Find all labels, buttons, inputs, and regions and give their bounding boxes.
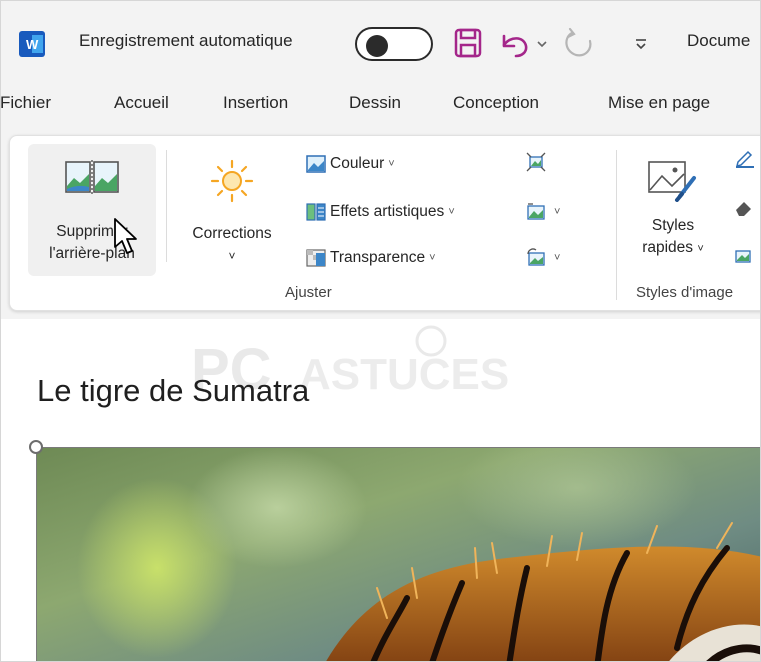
corrections-chevron-icon: ˅ bbox=[228, 249, 236, 263]
quick-styles-label-1: Styles bbox=[651, 217, 695, 234]
separator bbox=[166, 150, 167, 262]
tab-accueil[interactable]: Accueil bbox=[114, 93, 169, 113]
sun-icon bbox=[210, 159, 254, 203]
color-chevron-icon: ˅ bbox=[388, 158, 395, 170]
artistic-effects-chevron-icon: ˅ bbox=[448, 206, 455, 218]
reset-picture-chevron-icon: ˅ bbox=[554, 252, 561, 264]
tiger-image bbox=[37, 448, 760, 661]
group-label-adjust: Ajuster bbox=[285, 284, 332, 301]
tab-mise-en-page[interactable]: Mise en page bbox=[608, 93, 710, 113]
svg-text:W: W bbox=[26, 37, 39, 52]
color-button[interactable]: Couleur ˅ bbox=[306, 152, 395, 176]
document-title: Docume bbox=[687, 31, 751, 50]
word-window: W Enregistrement automatique Docume Fich… bbox=[0, 0, 761, 662]
picture-layout-button[interactable] bbox=[734, 246, 758, 270]
change-picture-chevron-icon: ˅ bbox=[554, 206, 561, 218]
svg-text:ASTUCES: ASTUCES bbox=[299, 350, 509, 399]
change-picture-icon bbox=[527, 203, 545, 220]
save-button[interactable] bbox=[451, 25, 485, 61]
title-bar: W Enregistrement automatique Docume bbox=[1, 1, 760, 79]
undo-button[interactable] bbox=[495, 25, 553, 61]
picture-layout-icon bbox=[735, 250, 751, 263]
document-area[interactable]: PC ASTUCES Le tigre de Sumatra bbox=[1, 319, 760, 661]
color-label: Couleur bbox=[330, 155, 385, 172]
redo-button[interactable] bbox=[559, 25, 599, 61]
color-icon bbox=[306, 155, 326, 173]
artistic-effects-label: Effets artistiques bbox=[330, 203, 445, 220]
customize-qat-button[interactable] bbox=[627, 25, 655, 61]
picture-effects-button[interactable] bbox=[734, 196, 758, 220]
save-icon bbox=[454, 28, 482, 58]
artistic-effects-button[interactable]: Effets artistiques ˅ bbox=[306, 200, 455, 224]
quick-styles-label-2: rapides ˅ bbox=[642, 239, 704, 256]
remove-background-icon bbox=[65, 160, 119, 194]
word-icon[interactable]: W bbox=[19, 31, 45, 57]
ribbon-tabs: Fichier Accueil Insertion Dessin Concept… bbox=[1, 93, 760, 129]
artistic-effects-icon bbox=[306, 203, 326, 221]
compress-pictures-icon bbox=[526, 152, 546, 172]
reset-picture-button[interactable]: ˅ bbox=[526, 246, 560, 270]
change-picture-button[interactable]: ˅ bbox=[526, 200, 560, 224]
quick-styles-button[interactable]: Styles rapides ˅ bbox=[628, 144, 718, 276]
autosave-label: Enregistrement automatique bbox=[79, 31, 293, 50]
pen-icon bbox=[735, 150, 754, 168]
customize-qat-icon bbox=[636, 39, 646, 50]
group-label-picture-styles: Styles d'image bbox=[636, 284, 734, 301]
autosave-toggle[interactable] bbox=[355, 27, 433, 61]
transparency-icon bbox=[306, 249, 326, 267]
toggle-knob bbox=[366, 35, 388, 57]
corrections-label: Corrections bbox=[192, 225, 272, 242]
eraser-icon bbox=[736, 202, 751, 216]
quick-styles-icon bbox=[648, 161, 696, 202]
separator bbox=[616, 150, 617, 300]
tab-insertion[interactable]: Insertion bbox=[223, 93, 288, 113]
redo-icon bbox=[565, 27, 592, 57]
undo-icon bbox=[502, 34, 547, 58]
tab-fichier[interactable]: Fichier bbox=[1, 93, 51, 113]
resize-handle-top-left[interactable] bbox=[29, 440, 43, 454]
tiger-photo[interactable] bbox=[36, 447, 760, 661]
tab-dessin[interactable]: Dessin bbox=[349, 93, 401, 113]
quick-styles-chevron-icon: ˅ bbox=[697, 243, 704, 255]
transparency-chevron-icon: ˅ bbox=[429, 252, 436, 264]
transparency-label: Transparence bbox=[330, 249, 426, 266]
reset-picture-icon bbox=[527, 248, 545, 266]
corrections-button[interactable]: Corrections ˅ bbox=[180, 144, 284, 276]
transparency-button[interactable]: Transparence ˅ bbox=[306, 246, 436, 270]
mouse-pointer-icon bbox=[114, 218, 137, 254]
compress-pictures-button[interactable] bbox=[526, 150, 550, 174]
tab-conception[interactable]: Conception bbox=[453, 93, 539, 113]
document-heading: Le tigre de Sumatra bbox=[37, 373, 310, 408]
picture-border-button[interactable] bbox=[734, 146, 758, 170]
